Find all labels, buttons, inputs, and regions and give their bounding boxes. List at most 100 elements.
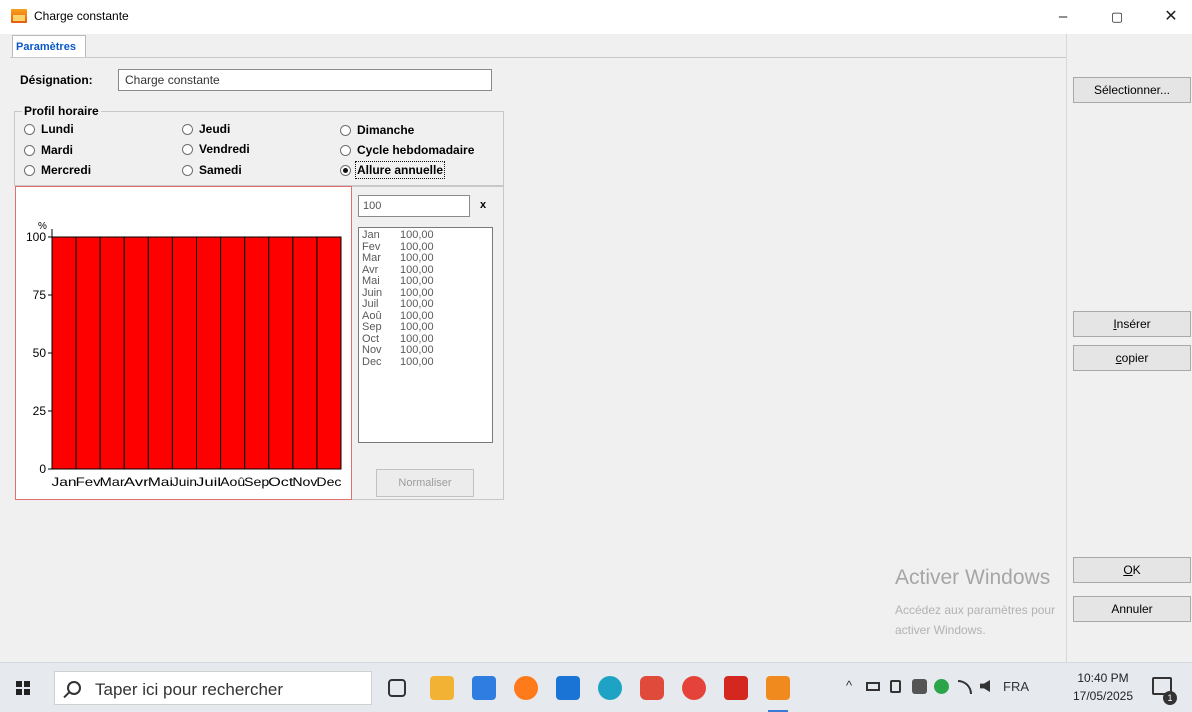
radio-selected-icon	[340, 164, 351, 176]
radio-circle-icon	[182, 123, 193, 135]
app-tray-icon[interactable]	[912, 679, 927, 694]
factor-input[interactable]	[358, 195, 470, 217]
bar-oct	[268, 236, 294, 470]
radio-circle-icon	[24, 144, 35, 156]
radio-allure-annuelle[interactable]: Allure annuelle	[340, 161, 446, 179]
list-item-month: Sep	[362, 321, 382, 333]
radio-lundi[interactable]: Lundi	[24, 121, 74, 137]
green-app-tray-icon[interactable]	[934, 679, 949, 694]
list-item[interactable]: Sep 100,00	[362, 321, 492, 334]
radio-circle-icon	[340, 124, 351, 136]
radio-label: Samedi	[199, 163, 242, 177]
radio-jeudi[interactable]: Jeudi	[182, 121, 230, 137]
edge-icon[interactable]	[598, 676, 622, 700]
list-item[interactable]: Jan 100,00	[362, 229, 492, 242]
list-item-value: 100,00	[400, 252, 434, 264]
microsoft-store-icon[interactable]	[472, 676, 496, 700]
radio-dimanche[interactable]: Dimanche	[340, 122, 414, 138]
bar-nov	[292, 236, 318, 470]
list-item[interactable]: Dec 100,00	[362, 355, 492, 369]
bar-jan	[51, 236, 77, 470]
taskbar-clock[interactable]: 10:40 PM 17/05/2025	[1068, 669, 1138, 705]
bar-fev	[75, 236, 101, 470]
list-item-value: 100,00	[400, 355, 434, 368]
chrome-icon[interactable]	[682, 676, 706, 700]
outlook-icon[interactable]	[556, 676, 580, 700]
radio-cycle-hebdomadaire[interactable]: Cycle hebdomadaire	[340, 142, 474, 158]
radio-mardi[interactable]: Mardi	[24, 142, 73, 158]
select-button[interactable]: Sélectionner...	[1073, 77, 1191, 103]
list-item-value: 100,00	[400, 321, 434, 333]
list-item-month: Mar	[362, 252, 381, 264]
device-icon[interactable]	[890, 680, 901, 693]
security-app-icon[interactable]	[640, 676, 664, 700]
bar-mai	[147, 236, 173, 470]
bar-juil	[196, 236, 222, 470]
list-item-month: Juil	[362, 298, 379, 310]
wifi-icon[interactable]	[958, 680, 972, 694]
profile-group-title: Profil horaire	[22, 104, 101, 118]
firefox-icon[interactable]	[514, 676, 538, 700]
bar-juin	[171, 236, 198, 470]
taskbar-search-box[interactable]: Taper ici pour rechercher	[54, 671, 372, 705]
bar-mar	[99, 236, 125, 470]
list-item[interactable]: Juil 100,00	[362, 298, 492, 311]
radio-circle-icon	[24, 164, 35, 176]
clear-factor-button[interactable]: x	[480, 199, 486, 211]
clock-date: 17/05/2025	[1072, 689, 1134, 703]
pvsyst-icon[interactable]	[766, 676, 790, 700]
bar-dec	[316, 236, 342, 470]
designation-input[interactable]	[118, 69, 492, 91]
x-tick-label: Avr	[124, 475, 149, 489]
radio-mercredi[interactable]: Mercredi	[24, 162, 91, 178]
radio-label: Cycle hebdomadaire	[357, 143, 475, 157]
battery-icon[interactable]	[866, 682, 880, 691]
x-tick-label: Dec	[316, 475, 341, 489]
language-indicator[interactable]: FRA	[1003, 679, 1029, 694]
taskbar: Taper ici pour rechercher ^ FRA 10:40 PM…	[0, 662, 1192, 712]
ok-button[interactable]: OK	[1073, 557, 1191, 583]
maximize-button[interactable]: ▢	[1094, 4, 1140, 30]
radio-samedi[interactable]: Samedi	[182, 162, 242, 178]
task-view-icon[interactable]	[388, 679, 406, 697]
radio-label: Dimanche	[357, 123, 415, 137]
tab-divider	[10, 57, 1066, 58]
radio-vendredi[interactable]: Vendredi	[182, 141, 250, 157]
list-item-month: Dec	[362, 355, 382, 368]
radio-label: Vendredi	[199, 142, 250, 156]
y-tick-label: 50	[33, 346, 47, 360]
list-item[interactable]: Mar 100,00	[362, 252, 492, 265]
radio-label: Allure annuelle	[354, 161, 446, 179]
search-placeholder: Taper ici pour rechercher	[95, 680, 284, 699]
y-tick-label: 0	[39, 462, 46, 476]
acrobat-icon[interactable]	[724, 676, 748, 700]
windows-start-icon[interactable]	[10, 675, 36, 701]
window-title: Charge constante	[34, 9, 129, 23]
chart-frame: % 0 25 50 75 100 Jan Fev Mar Avr Mai Juin Juil Aoû Sep…	[15, 186, 352, 500]
designation-label: Désignation:	[20, 73, 93, 87]
activation-watermark-subtitle: Accédez aux paramètres pour activer Wind…	[895, 603, 1056, 637]
copy-label: opier	[1121, 351, 1149, 365]
insert-button[interactable]: Insérer	[1073, 311, 1191, 337]
file-explorer-icon[interactable]	[430, 676, 454, 700]
list-item-value: 100,00	[400, 298, 434, 310]
volume-icon[interactable]	[980, 680, 990, 692]
monthly-values-list[interactable]: Jan 100,00 Fev 100,00 Mar 100,00 Avr 100,00 Mai 1…	[358, 227, 493, 443]
list-item-value: 100,00	[400, 229, 434, 241]
radio-label: Lundi	[41, 122, 74, 136]
cancel-button[interactable]: Annuler	[1073, 596, 1191, 622]
tray-chevron-icon[interactable]: ^	[846, 678, 852, 693]
right-panel-divider	[1066, 34, 1067, 662]
ok-label: K	[1132, 563, 1141, 577]
normalize-button[interactable]: Normaliser	[376, 469, 474, 497]
title-bar: Charge constante – ▢ ✕	[0, 0, 1192, 34]
list-item[interactable]: Mai 100,00	[362, 275, 492, 288]
copy-button[interactable]: copier	[1073, 345, 1191, 371]
radio-circle-icon	[340, 144, 351, 156]
monthly-bar-chart[interactable]: %0255075100JanFev MarAvr MaiJuin Juil AoûSep…	[16, 187, 351, 499]
list-item[interactable]: Nov 100,00	[362, 344, 492, 357]
close-button[interactable]: ✕	[1148, 4, 1192, 30]
tab-parametres[interactable]: Paramètres	[12, 35, 86, 58]
list-item-month: Mai	[362, 275, 380, 287]
minimize-button[interactable]: –	[1040, 4, 1086, 30]
